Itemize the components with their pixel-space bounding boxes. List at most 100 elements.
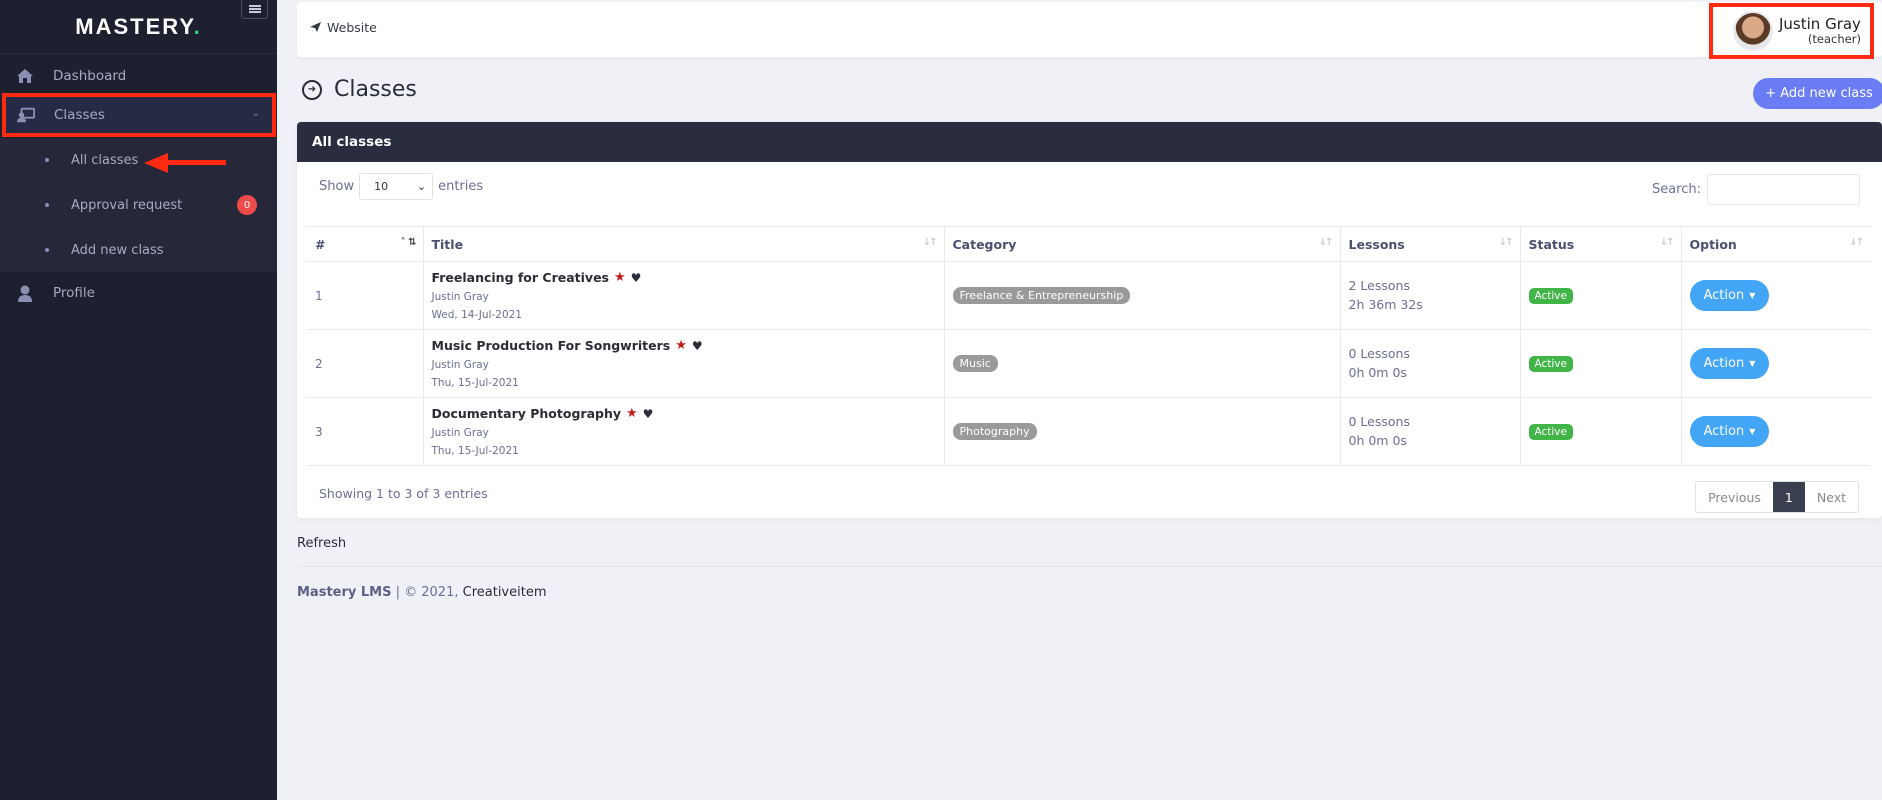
sort-icon: ↓↑: [1659, 237, 1675, 248]
classes-card: All classes Show 10 ⌄ entries Search: # ˄…: [297, 122, 1882, 518]
class-date: Wed, 14-Jul-2021: [431, 309, 522, 321]
sort-icon: ↓↑: [1849, 237, 1864, 248]
action-dropdown-button[interactable]: Action ▼: [1689, 280, 1770, 311]
row-title-cell: Music Production For Songwriters ★ ♥ Justin…: [423, 329, 945, 398]
sort-icon: ↓↑: [1498, 237, 1514, 248]
bullet-icon: [45, 248, 49, 252]
sidebar-item-profile[interactable]: Profile: [0, 272, 277, 314]
category-badge: Freelance & Entrepreneurship: [952, 287, 1131, 304]
footer-company[interactable]: Creativeitem: [463, 585, 547, 600]
hamburger-icon: [248, 7, 261, 10]
column-header-number[interactable]: # ˄ ⇅: [307, 226, 424, 262]
sidebar-item-dashboard[interactable]: Dashboard: [0, 55, 277, 97]
annotation-arrow-icon: [144, 153, 226, 173]
action-dropdown-button[interactable]: Action ▼: [1689, 348, 1770, 379]
column-header-status[interactable]: Status ↓↑: [1520, 226, 1682, 262]
sort-icon: ↓↑: [1318, 237, 1334, 248]
card-header: All classes: [297, 122, 1882, 162]
row-option-cell: Action ▼: [1681, 329, 1870, 398]
classes-submenu: All classes Approval request 0 Add new c…: [0, 138, 277, 272]
search: Search:: [1652, 174, 1860, 205]
pagination-next[interactable]: Next: [1805, 482, 1858, 512]
search-input[interactable]: [1707, 174, 1860, 205]
user-name: Justin Gray: [1779, 15, 1861, 34]
row-status-cell: Active: [1520, 397, 1682, 466]
sidebar-subitem-add-new-class[interactable]: Add new class: [0, 233, 277, 267]
row-category-cell: Photography: [944, 397, 1341, 466]
lesson-count: 2 Lessons: [1348, 278, 1410, 294]
hand-holding-heart-icon: ♥: [642, 406, 654, 421]
action-dropdown-button[interactable]: Action ▼: [1689, 416, 1770, 447]
column-header-category[interactable]: Category ↓↑: [944, 226, 1341, 262]
category-badge: Music: [952, 355, 998, 372]
row-lessons-cell: 0 Lessons 0h 0m 0s: [1340, 397, 1521, 466]
caret-down-icon: ▼: [1749, 359, 1756, 368]
star-icon: ★: [614, 270, 626, 285]
page-size-select[interactable]: 10 ⌄: [359, 173, 434, 200]
add-new-class-button[interactable]: + Add new class: [1753, 78, 1882, 109]
footer-brand[interactable]: Mastery LMS: [297, 585, 391, 600]
class-title[interactable]: Documentary Photography: [432, 406, 622, 421]
row-number: 2: [307, 329, 424, 398]
row-option-cell: Action ▼: [1681, 261, 1870, 330]
status-badge: Active: [1528, 287, 1573, 304]
row-number: 1: [307, 261, 424, 330]
user-menu[interactable]: Justin Gray (teacher): [1709, 3, 1874, 59]
bullet-icon: [45, 158, 49, 162]
star-icon: ★: [675, 338, 687, 353]
pagination: Previous 1 Next: [1695, 481, 1859, 513]
chevron-down-icon: ⌄: [251, 108, 260, 119]
row-title-cell: Documentary Photography ★ ♥ Justin Gray Thu,…: [423, 397, 945, 466]
sidebar-divider: [0, 53, 277, 54]
avatar: [1733, 11, 1773, 51]
lesson-duration: 2h 36m 32s: [1348, 296, 1423, 312]
footer: Mastery LMS | © 2021, Creativeitem: [297, 585, 547, 600]
pagination-previous[interactable]: Previous: [1696, 482, 1773, 512]
pagination-page-1[interactable]: 1: [1772, 482, 1805, 512]
user-role: (teacher): [1807, 31, 1861, 46]
table-info: Showing 1 to 3 of 3 entries: [319, 486, 488, 501]
website-link[interactable]: Website: [310, 20, 377, 35]
chalkboard-teacher-icon: [17, 106, 35, 124]
column-header-option[interactable]: Option ↓↑: [1681, 226, 1870, 262]
column-header-title[interactable]: Title ↓↑: [423, 226, 945, 262]
category-badge: Photography: [952, 423, 1037, 440]
sidebar-subitem-approval-request[interactable]: Approval request 0: [0, 188, 277, 222]
hand-holding-heart-icon: ♥: [691, 338, 703, 353]
column-header-lessons[interactable]: Lessons ↓↑: [1340, 226, 1521, 262]
table-row: 1 Freelancing for Creatives ★ ♥ Justin Gray W…: [307, 261, 1870, 330]
class-title[interactable]: Freelancing for Creatives: [432, 270, 610, 285]
chevron-down-icon: ⌄: [416, 180, 427, 193]
topbar: Website Justin Gray (teacher): [297, 2, 1882, 59]
sort-asc-icon: ˄ ⇅: [400, 237, 417, 248]
row-status-cell: Active: [1520, 329, 1682, 398]
class-author: Justin Gray: [431, 427, 489, 439]
sidebar: MASTERY. Dashboard Classes ⌄ All classes…: [0, 0, 277, 800]
footer-divider: [297, 566, 1882, 567]
hand-holding-heart-icon: ♥: [630, 270, 642, 285]
refresh-link[interactable]: Refresh: [297, 536, 346, 551]
class-author: Justin Gray: [431, 359, 489, 371]
logo[interactable]: MASTERY.: [0, 14, 277, 40]
caret-down-icon: ▼: [1749, 427, 1756, 436]
classes-table: # ˄ ⇅ Title ↓↑ Category ↓↑ Lessons ↓↑ Status…: [307, 226, 1870, 466]
sidebar-item-classes[interactable]: Classes ⌄: [2, 93, 276, 137]
lesson-count: 0 Lessons: [1348, 346, 1410, 362]
row-number: 3: [307, 397, 424, 466]
row-option-cell: Action ▼: [1681, 397, 1870, 466]
sort-icon: ↓↑: [922, 237, 938, 248]
class-date: Thu, 15-Jul-2021: [431, 445, 519, 457]
page-title: ➜ Classes: [302, 77, 417, 102]
row-lessons-cell: 0 Lessons 0h 0m 0s: [1340, 329, 1521, 398]
star-icon: ★: [626, 406, 638, 421]
table-row: 3 Documentary Photography ★ ♥ Justin Gray Thu…: [307, 397, 1870, 466]
caret-down-icon: ▼: [1749, 291, 1756, 300]
row-category-cell: Freelance & Entrepreneurship: [944, 261, 1341, 330]
class-author: Justin Gray: [431, 291, 489, 303]
paper-plane-icon: [310, 20, 321, 35]
show-entries: Show 10 ⌄ entries: [319, 173, 483, 200]
sidebar-subitem-all-classes[interactable]: All classes: [0, 143, 277, 177]
status-badge: Active: [1528, 355, 1573, 372]
class-title[interactable]: Music Production For Songwriters: [432, 338, 671, 353]
row-lessons-cell: 2 Lessons 2h 36m 32s: [1340, 261, 1521, 330]
